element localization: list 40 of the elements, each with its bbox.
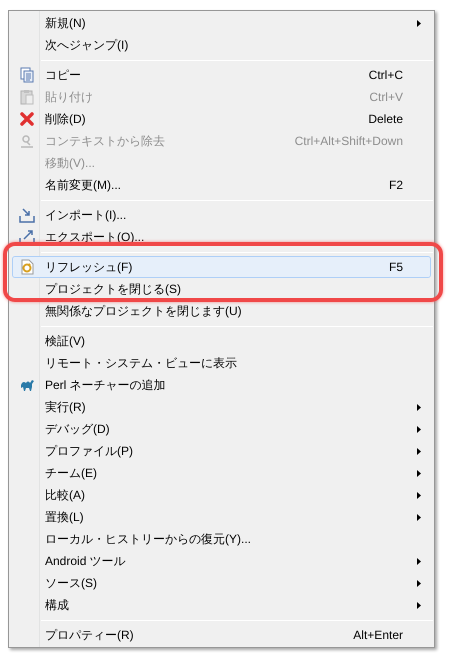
menu-item[interactable]: 名前変更(M)... F2 [12, 174, 431, 196]
menu-item[interactable]: 無関係なプロジェクトを閉じます(U) [12, 300, 431, 322]
submenu-arrow-icon [417, 558, 421, 564]
menu-item[interactable]: プロファイル(P) [12, 440, 431, 462]
submenu-arrow-icon [417, 492, 421, 498]
menu-item[interactable]: ローカル・ヒストリーからの復元(Y)... [12, 528, 431, 550]
menu-item[interactable]: 次へジャンプ(I) [12, 34, 431, 56]
menu-item[interactable]: デバッグ(D) [12, 418, 431, 440]
submenu-arrow-icon [417, 602, 421, 608]
menu-item[interactable]: コピー Ctrl+C [12, 64, 431, 86]
menu-item[interactable]: 実行(R) [12, 396, 431, 418]
submenu-arrow-icon [417, 426, 421, 432]
menu-item[interactable]: プロパティー(R) Alt+Enter [12, 624, 431, 646]
submenu-arrow-icon [417, 580, 421, 586]
menu-item[interactable]: 置換(L) [12, 506, 431, 528]
export-icon [19, 229, 35, 245]
menu-item[interactable]: 検証(V) [12, 330, 431, 352]
menu-item[interactable]: リフレッシュ(F) F5 [12, 256, 431, 278]
menu-item[interactable]: プロジェクトを閉じる(S) [12, 278, 431, 300]
submenu-arrow-icon [417, 20, 421, 26]
menu-item[interactable]: チーム(E) [12, 462, 431, 484]
submenu-arrow-icon [417, 470, 421, 476]
submenu-arrow-icon [417, 448, 421, 454]
close-icon [19, 111, 35, 127]
menu-item[interactable]: ソース(S) [12, 572, 431, 594]
menu-item[interactable]: リモート・システム・ビューに表示 [12, 352, 431, 374]
clipboard-icon [19, 89, 35, 105]
menu-item[interactable]: 比較(A) [12, 484, 431, 506]
camel-icon [19, 377, 35, 393]
menu-item[interactable]: Android ツール [12, 550, 431, 572]
menu-item[interactable]: 構成 [12, 594, 431, 616]
menu-item[interactable]: インポート(I)... [12, 204, 431, 226]
submenu-arrow-icon [417, 404, 421, 410]
refresh-icon [19, 259, 35, 275]
menu-item[interactable]: 削除(D) Delete [12, 108, 431, 130]
copy-icon [19, 67, 35, 83]
menu-item[interactable]: Perl ネーチャーの追加 [12, 374, 431, 396]
submenu-arrow-icon [417, 514, 421, 520]
import-icon [19, 207, 35, 223]
menu-item[interactable]: 新規(N) [12, 12, 431, 34]
